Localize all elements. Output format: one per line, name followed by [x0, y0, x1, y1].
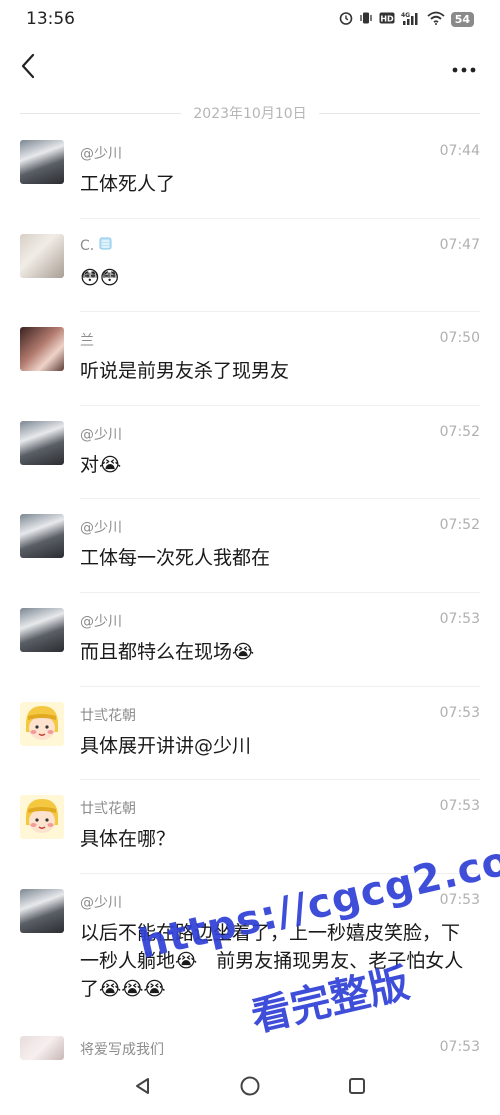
- avatar[interactable]: [20, 420, 64, 465]
- sender-name[interactable]: 将爱写成我们: [80, 1039, 164, 1059]
- more-button[interactable]: [446, 52, 482, 84]
- message-text: 而且都特么在现场😭: [80, 640, 255, 663]
- divider-line: [20, 112, 182, 114]
- status-time: 13:56: [26, 9, 75, 29]
- date-divider: 2023年10月10日: [20, 103, 481, 123]
- message-time: 07:53: [439, 610, 480, 627]
- sender-name[interactable]: 兰: [80, 330, 94, 350]
- triangle-back-icon[interactable]: [133, 1076, 153, 1100]
- cartoon-girl-icon: [20, 795, 64, 840]
- message-item[interactable]: 兰 07:50 听说是前男友杀了现男友: [0, 312, 500, 406]
- message-text: 对😭: [80, 453, 122, 476]
- status-bar: 13:56 HD 4G 54: [0, 0, 500, 38]
- alarm-icon: [339, 11, 353, 28]
- message-time: 07:50: [439, 330, 480, 347]
- message-item[interactable]: @少川 07:44 工体死人了: [0, 125, 500, 219]
- sender-name[interactable]: @少川: [80, 611, 122, 631]
- message-time: 07:47: [439, 236, 480, 253]
- message-text: 具体在哪？: [80, 828, 176, 851]
- hd-icon: HD: [379, 11, 395, 28]
- message-item[interactable]: @少川 07:52 对😭: [0, 406, 500, 500]
- back-button[interactable]: [12, 52, 44, 84]
- sender-name[interactable]: @少川: [80, 143, 122, 163]
- avatar[interactable]: [20, 233, 64, 278]
- avatar[interactable]: [20, 888, 64, 933]
- sender-name-text: C.: [80, 237, 95, 254]
- message-text: 工体死人了: [80, 173, 176, 195]
- avatar[interactable]: [20, 327, 64, 372]
- message-item[interactable]: 廿弎花朝 07:53 具体展开讲讲@少川: [0, 687, 500, 781]
- vibrate-icon: [359, 11, 373, 28]
- divider-line: [318, 112, 481, 114]
- message-time: 07:53: [439, 798, 480, 815]
- message-item[interactable]: @少川 07:53 而且都特么在现场😭: [0, 593, 500, 687]
- sender-name[interactable]: @少川: [80, 424, 122, 444]
- ice-cube-icon: [99, 237, 112, 254]
- sender-name[interactable]: @少川: [80, 892, 122, 912]
- cartoon-girl-icon: [20, 701, 64, 746]
- message-item[interactable]: 将爱写成我们 07:53: [0, 1030, 500, 1060]
- message-time: 07:52: [439, 423, 480, 440]
- header: [0, 40, 500, 96]
- avatar[interactable]: [20, 514, 64, 559]
- message-text: 😳😳: [80, 266, 120, 289]
- date-label: 2023年10月10日: [193, 106, 307, 122]
- message-item[interactable]: @少川 07:52 工体每一次死人我都在: [0, 499, 500, 593]
- message-item[interactable]: C. 07:47 😳😳: [0, 219, 500, 313]
- sender-name[interactable]: C.: [80, 237, 112, 254]
- message-text: 具体展开讲讲@少川: [80, 734, 252, 757]
- svg-text:HD: HD: [380, 14, 394, 23]
- wifi-icon: [427, 11, 445, 28]
- message-text: 听说是前男友杀了现男友: [80, 360, 290, 383]
- square-recent-icon[interactable]: [347, 1076, 367, 1100]
- avatar[interactable]: [20, 607, 64, 652]
- message-time: 07:53: [439, 704, 480, 721]
- avatar[interactable]: [20, 140, 64, 184]
- avatar[interactable]: [20, 1036, 64, 1060]
- circle-home-icon[interactable]: [239, 1075, 261, 1101]
- signal-icon: 4G: [401, 11, 421, 28]
- battery-indicator: 54: [450, 11, 474, 27]
- avatar[interactable]: [20, 701, 64, 746]
- avatar[interactable]: [20, 795, 64, 840]
- network-type-text: 4G: [401, 12, 410, 19]
- system-nav-bar: [0, 1060, 500, 1115]
- more-icon: [451, 59, 477, 78]
- sender-name[interactable]: @少川: [80, 517, 122, 537]
- status-icons: HD 4G 54: [339, 11, 474, 28]
- chevron-left-icon: [20, 53, 36, 83]
- message-time: 07:53: [439, 1039, 480, 1055]
- sender-name[interactable]: 廿弎花朝: [80, 705, 136, 725]
- message-text: 工体每一次死人我都在: [80, 547, 271, 570]
- message-time: 07:44: [439, 143, 480, 159]
- sender-name[interactable]: 廿弎花朝: [80, 798, 136, 818]
- message-time: 07:52: [439, 517, 480, 534]
